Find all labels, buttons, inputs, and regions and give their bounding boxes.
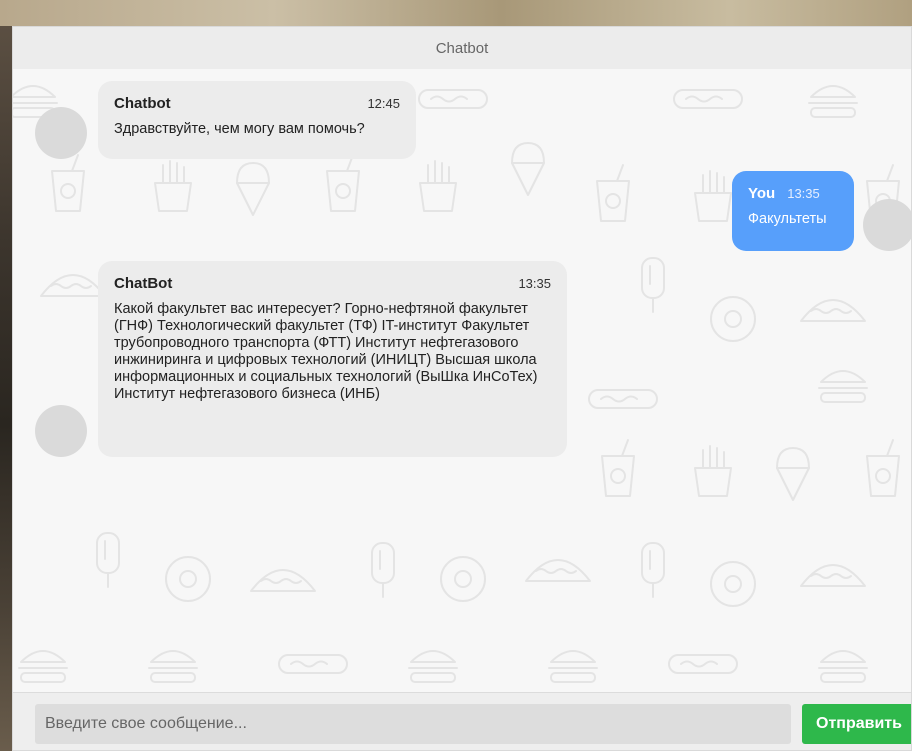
fries-icon — [694, 445, 732, 497]
popsicle-icon — [641, 542, 665, 598]
message-input[interactable] — [35, 704, 791, 744]
message-text: Какой факультет вас интересует? Горно-не… — [114, 301, 538, 402]
send-button[interactable]: Отправить — [802, 704, 911, 744]
donut-icon — [710, 561, 756, 607]
soda-cup-icon — [866, 439, 900, 497]
taco-icon — [40, 274, 106, 297]
message-time: 12:45 — [367, 96, 400, 111]
message-bubble: Chatbot 12:45 Здравствуйте, чем могу вам… — [98, 81, 416, 159]
ice-cream-icon — [236, 162, 270, 216]
fries-icon — [694, 170, 732, 222]
taco-icon — [800, 564, 866, 587]
popsicle-icon — [371, 542, 395, 598]
hotdog-icon — [588, 389, 658, 409]
fries-icon — [419, 160, 457, 212]
donut-icon — [710, 296, 756, 342]
message-time: 13:35 — [518, 276, 551, 291]
message-bubble: You 13:35 Факультеты — [732, 171, 854, 251]
burger-icon — [548, 650, 598, 683]
burger-icon — [808, 85, 858, 118]
desktop-background-top — [0, 0, 912, 26]
hotdog-icon — [278, 654, 348, 674]
soda-cup-icon — [601, 439, 635, 497]
burger-icon — [818, 370, 868, 403]
taco-icon — [250, 569, 316, 592]
donut-icon — [440, 556, 486, 602]
message-text: Факультеты — [748, 211, 827, 227]
desktop-background-left — [0, 26, 12, 751]
message-sender: ChatBot — [114, 275, 173, 292]
soda-cup-icon — [326, 154, 360, 212]
chatbot-window: Chatbot Chatbot 12:45 Здравствуйте, чем … — [12, 26, 912, 751]
message-time: 13:35 — [787, 186, 820, 201]
burger-icon — [408, 650, 458, 683]
donut-icon — [165, 556, 211, 602]
message-text: Здравствуйте, чем могу вам помочь? — [114, 121, 365, 137]
popsicle-icon — [641, 257, 665, 313]
chat-messages-area[interactable]: Chatbot 12:45 Здравствуйте, чем могу вам… — [13, 69, 911, 692]
message-bubble: ChatBot 13:35 Какой факультет вас интере… — [98, 261, 567, 457]
bot-avatar — [35, 107, 87, 159]
hotdog-icon — [418, 89, 488, 109]
taco-icon — [800, 299, 866, 322]
message-sender: You — [748, 185, 776, 202]
chat-header: Chatbot — [13, 27, 911, 70]
soda-cup-icon — [51, 154, 85, 212]
fries-icon — [154, 160, 192, 212]
burger-icon — [818, 650, 868, 683]
hotdog-icon — [673, 89, 743, 109]
user-avatar — [863, 199, 911, 251]
popsicle-icon — [96, 532, 120, 588]
ice-cream-icon — [776, 447, 810, 501]
chat-title: Chatbot — [435, 39, 489, 57]
soda-cup-icon — [596, 164, 630, 222]
taco-icon — [525, 559, 591, 582]
message-input-bar: Отправить — [13, 692, 911, 750]
message-sender: Chatbot — [114, 95, 171, 112]
ice-cream-icon — [511, 142, 545, 196]
hotdog-icon — [668, 654, 738, 674]
bot-avatar — [35, 405, 87, 457]
burger-icon — [18, 650, 68, 683]
burger-icon — [148, 650, 198, 683]
